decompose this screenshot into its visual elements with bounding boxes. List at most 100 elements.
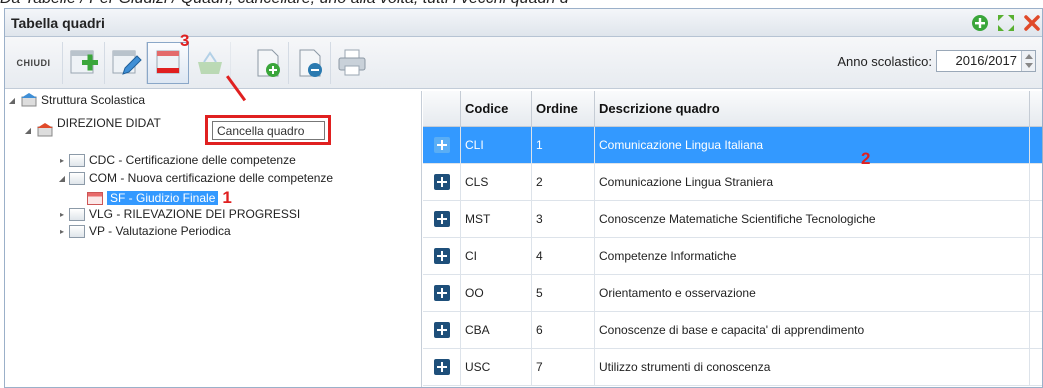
tree-root-label: Struttura Scolastica bbox=[41, 93, 146, 107]
tree-school[interactable]: ◢ DIREZIONE DIDAT bbox=[23, 109, 161, 137]
table-row[interactable]: CBA 6 Conoscenze di base e capacita' di ap… bbox=[423, 312, 1042, 349]
titlebar: Tabella quadri bbox=[5, 9, 1042, 37]
quadri-grid: Codice Ordine Descrizione quadro CLI 1 Com… bbox=[423, 91, 1042, 387]
cell-descrizione: Competenze Informatiche bbox=[595, 238, 1030, 274]
tree-item-label: CDC - Certificazione delle competenze bbox=[89, 153, 296, 167]
tree-item-label: VP - Valutazione Periodica bbox=[89, 224, 231, 238]
row-expand-cell[interactable] bbox=[423, 349, 461, 385]
grid-header: Codice Ordine Descrizione quadro bbox=[423, 91, 1042, 127]
instruction-text-strip: Da Tabelle / Per Giudizi / Quadri, cance… bbox=[0, 0, 1043, 8]
tree-school-label: DIREZIONE DIDAT bbox=[57, 116, 161, 130]
cell-ordine: 2 bbox=[532, 164, 595, 200]
header-descrizione[interactable]: Descrizione quadro bbox=[595, 91, 1030, 126]
table-row[interactable]: OO 5 Orientamento e osservazione bbox=[423, 275, 1042, 312]
row-expand-cell[interactable] bbox=[423, 127, 461, 163]
grid-body: CLI 1 Comunicazione Lingua Italiana CLS 2 Com… bbox=[423, 127, 1042, 386]
cell-ordine: 1 bbox=[532, 127, 595, 163]
close-button[interactable]: CHIUDI bbox=[5, 42, 63, 84]
toolbar: CHIUDI 3 Anno scolastico: 2016/2017 bbox=[5, 31, 1042, 89]
tree-root[interactable]: ◢ Struttura Scolastica bbox=[7, 93, 145, 107]
collapse-arrow-icon[interactable]: ◢ bbox=[7, 95, 17, 105]
cell-codice: CBA bbox=[461, 312, 532, 348]
expand-row-icon[interactable] bbox=[433, 248, 450, 264]
tabella-quadri-window: Tabella quadri CHIUDI 3 Anno scolastico:… bbox=[4, 8, 1043, 388]
tree-item-selected-label: SF - Giudizio Finale bbox=[107, 191, 219, 205]
folder-icon bbox=[69, 207, 85, 221]
cell-descrizione: Comunicazione Lingua Straniera bbox=[595, 164, 1030, 200]
expand-row-icon[interactable] bbox=[433, 322, 450, 338]
header-ordine[interactable]: Ordine bbox=[532, 91, 595, 126]
cell-descrizione: Conoscenze di base e capacita' di appren… bbox=[595, 312, 1030, 348]
expand-arrow-icon[interactable]: ▸ bbox=[57, 209, 67, 219]
cell-filler bbox=[1030, 164, 1042, 200]
anno-scolastico-label: Anno scolastico: bbox=[837, 54, 932, 69]
edit-quadro-button[interactable] bbox=[105, 42, 147, 84]
table-row-selected[interactable]: CLI 1 Comunicazione Lingua Italiana bbox=[423, 127, 1042, 164]
delete-quadro-icon bbox=[156, 50, 180, 74]
tree-item-label: VLG - RILEVAZIONE DEI PROGRESSI bbox=[89, 207, 301, 221]
add-quadro-icon bbox=[70, 50, 98, 74]
quadro-red-icon bbox=[87, 191, 103, 205]
add-quadro-button[interactable] bbox=[63, 42, 105, 84]
cell-codice: USC bbox=[461, 349, 532, 385]
row-expand-cell[interactable] bbox=[423, 275, 461, 311]
expand-arrow-icon[interactable]: ▸ bbox=[57, 155, 67, 165]
cell-codice: OO bbox=[461, 275, 532, 311]
tooltip-highlight: Cancella quadro bbox=[205, 115, 331, 145]
cell-ordine: 7 bbox=[532, 349, 595, 385]
row-expand-cell[interactable] bbox=[423, 201, 461, 237]
row-expand-cell[interactable] bbox=[423, 164, 461, 200]
school-building-icon bbox=[21, 93, 37, 107]
close-icon[interactable] bbox=[1022, 13, 1042, 33]
header-codice[interactable]: Codice bbox=[461, 91, 532, 126]
cell-descrizione: Orientamento e osservazione bbox=[595, 275, 1030, 311]
expand-row-icon[interactable] bbox=[433, 359, 450, 375]
cell-filler bbox=[1030, 238, 1042, 274]
tree-item-vp[interactable]: ▸ VP - Valutazione Periodica bbox=[57, 224, 231, 238]
document-settings-button[interactable] bbox=[289, 42, 331, 84]
cell-ordine: 6 bbox=[532, 312, 595, 348]
tree-item-sf[interactable]: SF - Giudizio Finale 1 bbox=[85, 188, 232, 208]
collapse-arrow-icon[interactable]: ◢ bbox=[57, 173, 67, 183]
table-row[interactable]: CLS 2 Comunicazione Lingua Straniera bbox=[423, 164, 1042, 201]
tree-item-cdc[interactable]: ▸ CDC - Certificazione delle competenze bbox=[57, 153, 296, 167]
spinner-icon[interactable] bbox=[1021, 51, 1035, 71]
annotation-2: 2 bbox=[861, 149, 871, 168]
cell-filler bbox=[1030, 349, 1042, 385]
table-row[interactable]: USC 7 Utilizzo strumenti di conoscenza bbox=[423, 349, 1042, 386]
annotation-1: 1 bbox=[222, 188, 232, 207]
header-filler bbox=[1030, 91, 1042, 126]
expand-row-icon[interactable] bbox=[433, 285, 450, 301]
tree-item-com[interactable]: ◢ COM - Nuova certificazione delle compe… bbox=[57, 171, 333, 185]
tree-item-vlg[interactable]: ▸ VLG - RILEVAZIONE DEI PROGRESSI bbox=[57, 207, 300, 221]
basket-button[interactable] bbox=[189, 42, 231, 84]
window-title: Tabella quadri bbox=[11, 14, 105, 31]
cell-codice: CLS bbox=[461, 164, 532, 200]
collapse-arrow-icon[interactable]: ◢ bbox=[23, 125, 33, 135]
add-circle-icon[interactable] bbox=[970, 13, 990, 33]
structure-tree: ◢ Struttura Scolastica ◢ DIREZIONE DIDAT… bbox=[5, 75, 422, 387]
maximize-icon[interactable] bbox=[996, 13, 1016, 33]
expand-arrow-icon[interactable]: ▸ bbox=[57, 226, 67, 236]
folder-icon bbox=[69, 171, 85, 185]
cell-filler bbox=[1030, 275, 1042, 311]
instruction-text: Da Tabelle / Per Giudizi / Quadri, cance… bbox=[0, 0, 569, 8]
cell-filler bbox=[1030, 127, 1042, 163]
expand-row-icon[interactable] bbox=[433, 137, 450, 153]
print-button[interactable] bbox=[331, 42, 373, 84]
cell-descrizione: Comunicazione Lingua Italiana bbox=[595, 127, 1030, 163]
expand-row-icon[interactable] bbox=[433, 174, 450, 190]
tooltip: Cancella quadro bbox=[212, 121, 325, 140]
expand-row-icon[interactable] bbox=[433, 211, 450, 227]
table-row[interactable]: MST 3 Conoscenze Matematiche Scientifiche … bbox=[423, 201, 1042, 238]
table-row[interactable]: CI 4 Competenze Informatiche bbox=[423, 238, 1042, 275]
edit-quadro-icon bbox=[112, 50, 142, 75]
folder-icon bbox=[69, 224, 85, 238]
row-expand-cell[interactable] bbox=[423, 238, 461, 274]
anno-scolastico-select[interactable]: 2016/2017 bbox=[936, 50, 1036, 72]
cell-codice: CLI bbox=[461, 127, 532, 163]
document-settings-icon bbox=[299, 49, 322, 77]
add-document-button[interactable] bbox=[247, 42, 289, 84]
folder-icon bbox=[69, 153, 85, 167]
row-expand-cell[interactable] bbox=[423, 312, 461, 348]
